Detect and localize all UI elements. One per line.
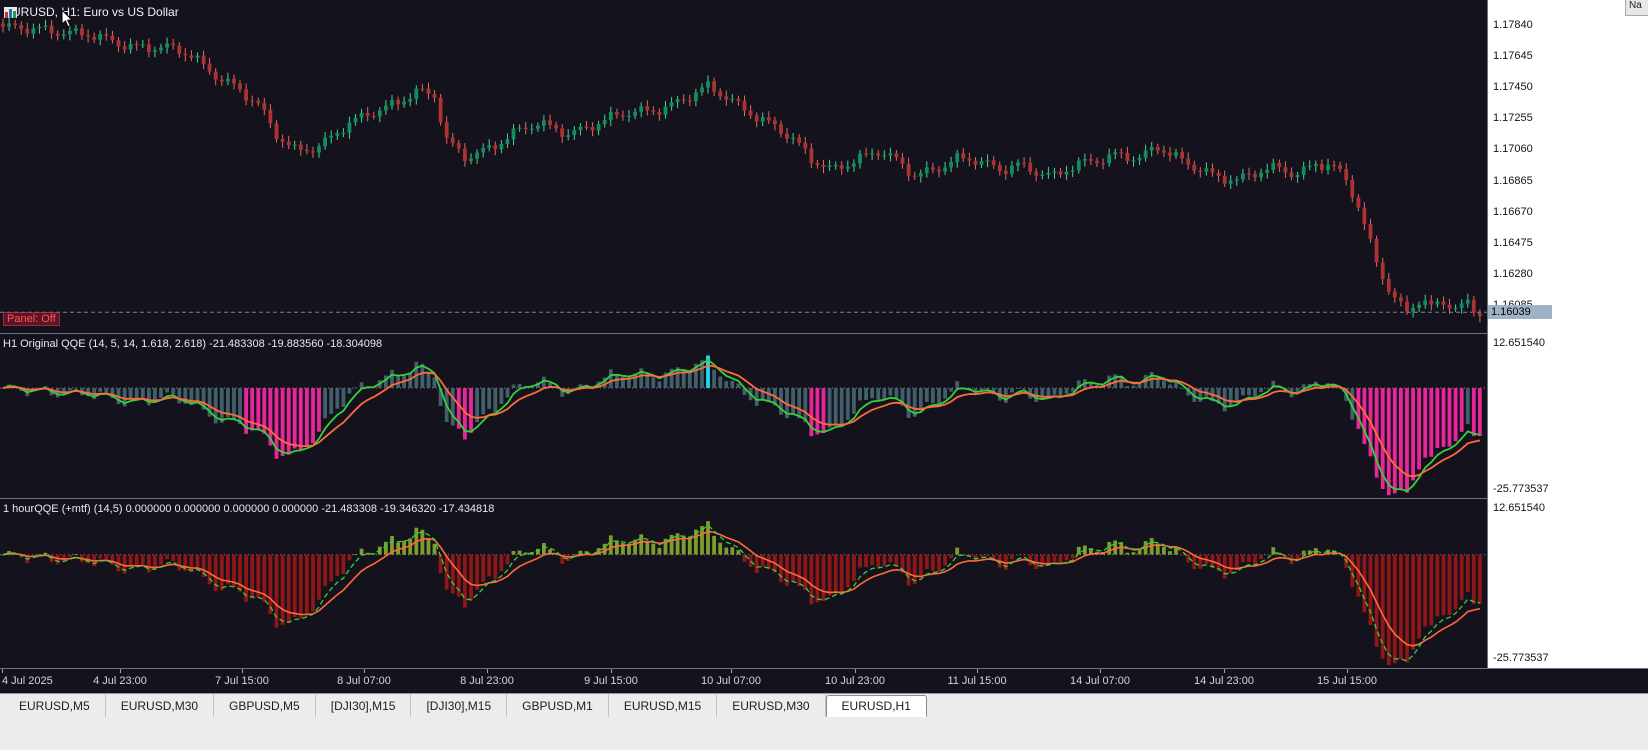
time-axis-tick [242,669,243,673]
tab-gbpusd-m1[interactable]: GBPUSD,M1 [507,694,609,717]
time-axis[interactable]: 4 Jul 2025 4 Jul 23:00 7 Jul 15:00 8 Jul 07… [0,668,1648,694]
time-axis-tick [977,669,978,673]
time-axis-label: 4 Jul 2025 [2,675,53,687]
tab-eurusd-m5[interactable]: EURUSD,M5 [4,694,106,717]
tab-eurusd-m30[interactable]: EURUSD,M30 [106,694,215,717]
price-axis-label: 1.17645 [1493,50,1533,63]
tab-eurusd-m30[interactable]: EURUSD,M30 [717,694,826,717]
time-axis-label: 8 Jul 23:00 [460,675,514,687]
price-axis-label: 1.16865 [1493,174,1533,187]
time-axis-label: 10 Jul 23:00 [825,675,885,687]
price-axis-label: 1.17840 [1493,19,1533,31]
price-axis-label: 1.17450 [1493,81,1533,94]
price-axis-label: 1.16670 [1493,205,1533,218]
price-axis-label: 1.17060 [1493,143,1533,156]
tab-eurusd-h1[interactable]: EURUSD,H1 [825,695,927,717]
indicator2-scale-min: -25.773537 [1493,652,1549,664]
time-axis-tick [2,669,3,673]
time-axis-label: 7 Jul 15:00 [215,675,269,687]
panel-toggle-label[interactable]: Panel: Off [3,312,60,326]
time-axis-label: 15 Jul 15:00 [1317,675,1377,687]
time-axis-tick [364,669,365,673]
price-axis-label: 1.16280 [1493,267,1533,280]
time-axis-label: 11 Jul 15:00 [947,675,1007,687]
time-axis-tick [1100,669,1101,673]
indicator2-header: 1 hourQQE (+mtf) (14,5) 0.000000 0.00000… [3,503,495,515]
time-axis-label: 8 Jul 07:00 [337,675,391,687]
bar-chart-icon [4,6,17,18]
indicator1-header: H1 Original QQE (14, 5, 14, 1.618, 2.618… [3,338,383,350]
panel-divider[interactable] [0,498,1648,499]
time-axis-tick [120,669,121,673]
chart-tabs: EURUSD,M5 EURUSD,M30 GBPUSD,M5 [DJI30],M15[… [0,694,1648,717]
time-axis-label: 4 Jul 23:00 [93,675,147,687]
terminal-window: EURUSD, H1: Euro vs US Dollar Panel: Off… [0,0,1648,750]
current-price-badge: 1.16039 [1488,305,1552,320]
tab-dji30-m15[interactable]: [DJI30],M15 [316,694,412,717]
time-axis-tick [855,669,856,673]
qqe-indicator-panel[interactable] [0,334,1487,498]
indicator1-scale-min: -25.773537 [1493,483,1549,495]
price-axis[interactable]: 12.651540 -25.773537 12.651540 -25.77353… [1487,0,1648,668]
time-axis-tick [1224,669,1225,673]
time-axis-tick [487,669,488,673]
panel-divider[interactable] [0,333,1648,334]
time-axis-tick [731,669,732,673]
time-axis-label: 9 Jul 15:00 [584,675,638,687]
chart-title: EURUSD, H1: Euro vs US Dollar [4,5,179,19]
navigator-window-fragment[interactable]: Na [1625,0,1648,16]
price-axis-label: 1.16475 [1493,236,1533,249]
indicator2-scale-max: 12.651540 [1493,502,1545,514]
time-axis-label: 10 Jul 07:00 [701,675,761,687]
qqe-mtf-indicator-panel[interactable] [0,499,1487,668]
main-chart-canvas[interactable] [0,0,1487,333]
price-axis-label: 1.17255 [1493,112,1533,125]
tab-eurusd-m15[interactable]: EURUSD,M15 [609,694,718,717]
chart-title-row: EURUSD, H1: Euro vs US Dollar [4,5,179,19]
mouse-cursor [61,10,73,28]
indicator1-scale-max: 12.651540 [1493,337,1545,349]
time-axis-label: 14 Jul 07:00 [1070,675,1130,687]
tab-gbpusd-m5[interactable]: GBPUSD,M5 [214,694,316,717]
tab-dji30-m15[interactable]: [DJI30],M15 [411,694,508,717]
time-axis-label: 14 Jul 23:00 [1194,675,1254,687]
time-axis-tick [611,669,612,673]
chart-tab-bar: EURUSD,M5 EURUSD,M30 GBPUSD,M5 [DJI30],M15[… [0,693,1648,750]
time-axis-tick [1347,669,1348,673]
